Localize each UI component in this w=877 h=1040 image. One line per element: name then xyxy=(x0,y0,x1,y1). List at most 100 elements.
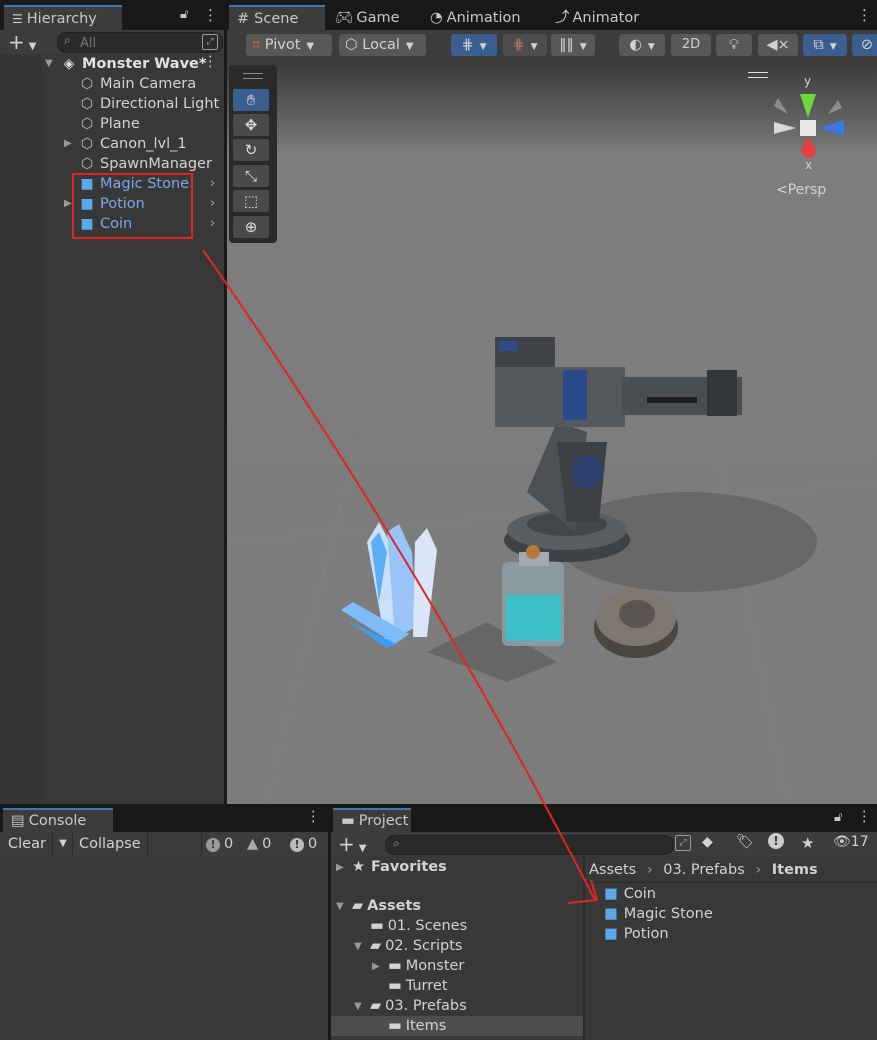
chevron-down-icon: ▼ xyxy=(479,42,487,52)
hierarchy-search-field[interactable]: ⌕ ⤢ xyxy=(57,32,223,53)
search-options-icon[interactable]: ⤢ xyxy=(202,34,218,50)
hierarchy-item-main-camera[interactable]: ⬡ Main Camera xyxy=(78,74,196,94)
gameobject-icon: ⬡ xyxy=(80,96,94,112)
palette-drag-handle[interactable] xyxy=(243,73,263,79)
scale-tool-button[interactable]: ⤡ xyxy=(233,165,269,187)
search-by-importlog-icon[interactable]: ! xyxy=(768,833,784,849)
project-create-button[interactable]: + ▼ xyxy=(338,832,374,856)
error-icon: ! xyxy=(290,838,304,852)
tab-game[interactable]: 🎮︎ Game xyxy=(327,5,408,31)
favorite-star-icon[interactable]: ★ xyxy=(801,834,814,852)
breadcrumb-separator-icon: › xyxy=(755,862,762,878)
open-prefab-chevron-icon[interactable]: › xyxy=(210,196,215,211)
hidden-count: 17 xyxy=(850,834,869,850)
move-tool-button[interactable]: ✥ xyxy=(233,114,269,136)
tree-item-items[interactable]: ▬ Items xyxy=(388,1016,446,1036)
clock-icon: ◔ xyxy=(430,10,443,26)
hand-tool-button[interactable]: ✋︎ xyxy=(233,89,269,111)
more-menu-icon[interactable]: ⋮ xyxy=(857,809,872,825)
transform-tool-button[interactable]: ⊕ xyxy=(233,216,269,238)
tree-item-monster[interactable]: ▬ Monster xyxy=(388,956,464,976)
console-icon: ▤ xyxy=(11,813,25,829)
toggle-2d-button[interactable]: 2D xyxy=(671,34,711,56)
audio-toggle[interactable]: ◀× xyxy=(758,34,798,56)
tree-item-scripts[interactable]: ▰ 02. Scripts xyxy=(370,936,462,956)
breadcrumb-assets[interactable]: Assets xyxy=(589,862,636,878)
gameobject-icon: ⬡ xyxy=(80,156,94,172)
console-log-area[interactable] xyxy=(0,856,328,1040)
expand-arrow-icon[interactable]: ▶ xyxy=(64,198,72,209)
tree-item-prefabs[interactable]: ▰ 03. Prefabs xyxy=(370,996,467,1016)
search-by-label-icon[interactable]: 🏷︎ xyxy=(736,834,754,850)
collapse-toggle[interactable]: Collapse xyxy=(73,832,148,856)
rect-tool-button[interactable]: ⬚ xyxy=(233,190,269,212)
search-by-type-icon[interactable]: ◆ xyxy=(702,834,713,850)
expand-arrow-icon[interactable]: ▼ xyxy=(354,941,362,952)
hidden-packages-toggle[interactable]: 👁︎17 xyxy=(833,834,869,850)
star-icon: ★ xyxy=(352,859,365,875)
shading-mode-dropdown[interactable]: ◐ ▼ xyxy=(619,34,665,56)
orientation-gizmo[interactable] xyxy=(758,78,868,188)
tab-hierarchy[interactable]: ☰ Hierarchy xyxy=(4,5,122,31)
expand-arrow-icon[interactable]: ▼ xyxy=(45,58,53,69)
hierarchy-item-spawnmanager[interactable]: ⬡ SpawnManager xyxy=(78,154,212,174)
chevron-down-icon: ▼ xyxy=(59,838,67,849)
effects-dropdown[interactable]: ⧉ ▼ xyxy=(803,34,847,56)
more-menu-icon[interactable]: ⋮ xyxy=(306,809,321,825)
more-menu-icon[interactable]: ⋮ xyxy=(857,6,872,24)
clear-options-dropdown[interactable]: ▼ xyxy=(54,832,73,856)
scene-root[interactable]: ◈ Monster Wave* xyxy=(60,54,207,74)
open-prefab-chevron-icon[interactable]: › xyxy=(210,176,215,191)
lock-icon[interactable]: 🔓︎ xyxy=(834,810,842,825)
rect-icon: ⬚ xyxy=(243,192,259,210)
error-filter-toggle[interactable]: ! 0 xyxy=(286,832,330,856)
tab-animator[interactable]: ⤴ Animator xyxy=(547,5,647,31)
annotation-highlight-box xyxy=(72,173,193,239)
warning-filter-toggle[interactable]: ▲ 0 xyxy=(243,832,287,856)
scene-menu-icon[interactable]: ⋮ xyxy=(203,54,218,70)
tree-item-turret[interactable]: ▬ Turret xyxy=(388,976,448,996)
create-button[interactable]: + ▼ xyxy=(8,31,48,53)
increment-snap-button[interactable]: ⋕ ▼ xyxy=(503,34,547,56)
rotate-tool-button[interactable]: ↻ xyxy=(233,139,269,161)
hierarchy-item-directional-light[interactable]: ⬡ Directional Light xyxy=(78,94,219,114)
tab-scene[interactable]: # Scene xyxy=(229,5,325,31)
expand-arrow-icon[interactable]: ▶ xyxy=(372,961,380,972)
clear-button[interactable]: Clear xyxy=(0,832,53,856)
local-dropdown[interactable]: ⬡ Local ▼ xyxy=(339,34,426,56)
lock-icon[interactable]: 🔓︎ xyxy=(180,7,188,22)
pivot-dropdown[interactable]: ⌗ Pivot ▼ xyxy=(246,34,332,56)
hierarchy-item-plane[interactable]: ⬡ Plane xyxy=(78,114,140,134)
gizmo-x-label: x xyxy=(805,158,813,172)
expand-arrow-icon[interactable]: ▼ xyxy=(336,901,344,912)
hierarchy-search-input[interactable] xyxy=(78,34,194,52)
tree-item-label: Assets xyxy=(367,898,422,914)
project-search-field[interactable]: ⌕ xyxy=(385,835,674,855)
cube-icon: ⬡ xyxy=(345,37,358,53)
asset-item-magic-stone[interactable]: ■ Magic Stone xyxy=(604,904,713,924)
tree-item-scenes[interactable]: ▬ 01. Scenes xyxy=(370,916,467,936)
info-filter-toggle[interactable]: ! 0 xyxy=(201,832,246,856)
breadcrumb-items[interactable]: Items xyxy=(772,862,818,878)
asset-item-potion[interactable]: ■ Potion xyxy=(604,924,669,944)
hierarchy-item-canon[interactable]: ⬡ Canon_lvl_1 xyxy=(78,134,187,154)
search-options-icon[interactable]: ⤢ xyxy=(675,835,691,851)
more-menu-icon[interactable]: ⋮ xyxy=(203,6,218,24)
expand-arrow-icon[interactable]: ▶ xyxy=(336,862,344,873)
expand-arrow-icon[interactable]: ▶ xyxy=(64,138,72,149)
tab-animation[interactable]: ◔ Animation xyxy=(422,5,529,31)
lighting-toggle[interactable]: 💡︎ xyxy=(716,34,752,56)
scene-visibility-toggle[interactable]: ⊘ xyxy=(852,34,877,56)
projection-toggle[interactable]: <Persp xyxy=(776,182,826,198)
tab-console[interactable]: ▤ Console xyxy=(3,808,113,832)
breadcrumb-prefabs[interactable]: 03. Prefabs xyxy=(663,862,744,878)
tree-item-favorites[interactable]: ★ Favorites xyxy=(352,857,447,877)
tab-project[interactable]: ▬ Project xyxy=(333,808,411,832)
open-prefab-chevron-icon[interactable]: › xyxy=(210,216,215,231)
grid-visibility-button[interactable]: ‖‖ ▼ xyxy=(551,34,595,56)
expand-arrow-icon[interactable]: ▼ xyxy=(354,1001,362,1012)
snap-icon: ⋕ xyxy=(512,37,525,53)
tree-item-assets[interactable]: ▰ Assets xyxy=(352,896,421,916)
asset-item-coin[interactable]: ■ Coin xyxy=(604,884,656,904)
grid-snap-toggle[interactable]: ⋕ ▼ xyxy=(451,34,497,56)
